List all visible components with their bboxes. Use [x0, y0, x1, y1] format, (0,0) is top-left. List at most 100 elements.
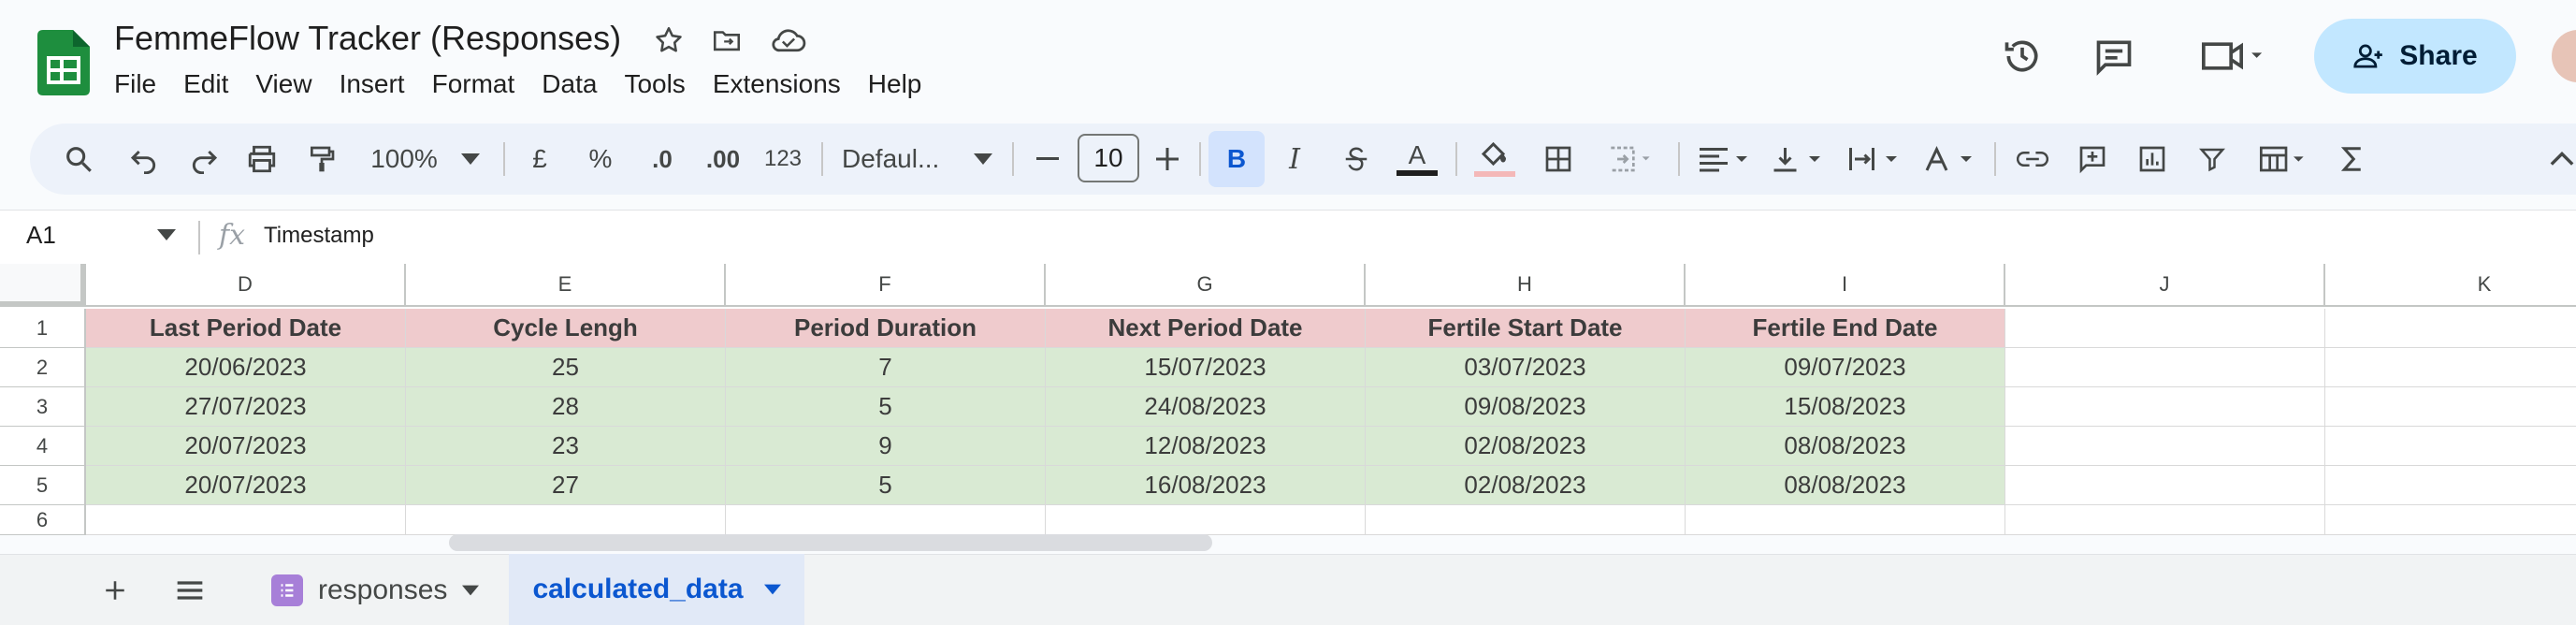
- functions-sigma-icon[interactable]: [2331, 124, 2374, 195]
- filter-views-icon[interactable]: [2249, 124, 2316, 195]
- name-box[interactable]: A1: [26, 221, 56, 250]
- percent-format-button[interactable]: %: [584, 124, 617, 195]
- tab-responses[interactable]: responses: [271, 561, 496, 619]
- avatar[interactable]: [2552, 30, 2576, 82]
- table-cell[interactable]: 27/07/2023: [86, 387, 406, 427]
- cell-j6[interactable]: [2005, 505, 2325, 535]
- horizontal-scrollbar[interactable]: [449, 534, 1212, 551]
- table-cell[interactable]: 12/08/2023: [1046, 427, 1366, 466]
- italic-button[interactable]: I: [1276, 124, 1313, 195]
- cell-k1[interactable]: [2325, 309, 2576, 348]
- header-cell-fertile-end-date[interactable]: Fertile End Date: [1686, 309, 2005, 348]
- font-family-select[interactable]: Defaul...: [842, 124, 950, 195]
- table-cell[interactable]: 15/07/2023: [1046, 348, 1366, 387]
- insert-chart-icon[interactable]: [2131, 124, 2174, 195]
- table-cell[interactable]: 20/07/2023: [86, 466, 406, 505]
- column-header-e[interactable]: E: [406, 264, 726, 307]
- cell-g6[interactable]: [1046, 505, 1366, 535]
- paint-format-icon[interactable]: [301, 124, 342, 195]
- header-cell-period-duration[interactable]: Period Duration: [726, 309, 1046, 348]
- filter-icon[interactable]: [2191, 124, 2234, 195]
- star-icon[interactable]: [649, 21, 688, 60]
- table-cell[interactable]: 08/08/2023: [1686, 466, 2005, 505]
- cell-f6[interactable]: [726, 505, 1046, 535]
- move-folder-icon[interactable]: [707, 21, 746, 60]
- insert-link-icon[interactable]: [2011, 124, 2054, 195]
- header-cell-cycle-length[interactable]: Cycle Lengh: [406, 309, 726, 348]
- column-header-i[interactable]: I: [1686, 264, 2005, 307]
- name-box-chevron-down-icon[interactable]: [157, 228, 176, 245]
- row-header-4[interactable]: 4: [0, 427, 86, 466]
- menu-edit[interactable]: Edit: [183, 65, 242, 103]
- increase-font-size-icon[interactable]: [1149, 124, 1186, 195]
- fill-color-button[interactable]: [1469, 124, 1521, 195]
- sheets-logo-icon[interactable]: [37, 30, 90, 95]
- print-icon[interactable]: [241, 124, 282, 195]
- table-cell[interactable]: 20/07/2023: [86, 427, 406, 466]
- cell-j4[interactable]: [2005, 427, 2325, 466]
- cell-e6[interactable]: [406, 505, 726, 535]
- borders-icon[interactable]: [1538, 124, 1579, 195]
- menu-format[interactable]: Format: [432, 65, 529, 103]
- text-wrapping-icon[interactable]: [1841, 124, 1908, 195]
- table-cell[interactable]: 09/08/2023: [1366, 387, 1686, 427]
- menu-file[interactable]: File: [114, 65, 170, 103]
- insert-comment-icon[interactable]: [2071, 124, 2114, 195]
- table-cell[interactable]: 5: [726, 466, 1046, 505]
- meet-video-icon[interactable]: [2191, 30, 2275, 82]
- share-button[interactable]: Share: [2314, 19, 2516, 94]
- column-header-h[interactable]: H: [1366, 264, 1686, 307]
- version-history-icon[interactable]: [1996, 30, 2048, 82]
- tab-chevron-down-icon[interactable]: [462, 585, 480, 596]
- table-cell[interactable]: 9: [726, 427, 1046, 466]
- table-cell[interactable]: 03/07/2023: [1366, 348, 1686, 387]
- table-cell[interactable]: 16/08/2023: [1046, 466, 1366, 505]
- cloud-saved-icon[interactable]: [769, 21, 808, 60]
- decrease-decimal-button[interactable]: .0: [642, 124, 683, 195]
- strikethrough-icon[interactable]: [1336, 124, 1377, 195]
- table-cell[interactable]: 5: [726, 387, 1046, 427]
- menu-insert[interactable]: Insert: [340, 65, 419, 103]
- cell-i6[interactable]: [1686, 505, 2005, 535]
- cell-k6[interactable]: [2325, 505, 2576, 535]
- font-size-input[interactable]: 10: [1078, 134, 1139, 182]
- all-sheets-menu-icon[interactable]: [166, 561, 213, 619]
- cell-k4[interactable]: [2325, 427, 2576, 466]
- column-header-d[interactable]: D: [86, 264, 406, 307]
- menu-extensions[interactable]: Extensions: [713, 65, 855, 103]
- header-cell-fertile-start-date[interactable]: Fertile Start Date: [1366, 309, 1686, 348]
- table-cell[interactable]: 7: [726, 348, 1046, 387]
- menu-help[interactable]: Help: [868, 65, 936, 103]
- tab-calculated-data[interactable]: calculated_data: [509, 554, 804, 625]
- cell-k5[interactable]: [2325, 466, 2576, 505]
- search-menus-icon[interactable]: [58, 124, 99, 195]
- table-cell[interactable]: 28: [406, 387, 726, 427]
- column-header-g[interactable]: G: [1046, 264, 1366, 307]
- table-cell[interactable]: 09/07/2023: [1686, 348, 2005, 387]
- header-cell-next-period-date[interactable]: Next Period Date: [1046, 309, 1366, 348]
- text-color-button[interactable]: A: [1394, 124, 1440, 195]
- row-header-1[interactable]: 1: [0, 309, 86, 348]
- column-header-k[interactable]: K: [2325, 264, 2576, 307]
- cell-j5[interactable]: [2005, 466, 2325, 505]
- table-cell[interactable]: 02/08/2023: [1366, 427, 1686, 466]
- menu-data[interactable]: Data: [542, 65, 611, 103]
- decrease-font-size-icon[interactable]: [1029, 124, 1066, 195]
- add-sheet-icon[interactable]: [92, 561, 138, 619]
- comments-icon[interactable]: [2088, 30, 2140, 82]
- header-cell-last-period-date[interactable]: Last Period Date: [86, 309, 406, 348]
- column-header-f[interactable]: F: [726, 264, 1046, 307]
- more-formats-button[interactable]: 123: [761, 124, 804, 195]
- font-chevron-down-icon[interactable]: [969, 124, 997, 195]
- formula-input[interactable]: Timestamp: [264, 223, 374, 249]
- tab-chevron-down-icon[interactable]: [763, 584, 781, 595]
- column-header-j[interactable]: J: [2005, 264, 2325, 307]
- cell-k3[interactable]: [2325, 387, 2576, 427]
- table-cell[interactable]: 08/08/2023: [1686, 427, 2005, 466]
- select-all-corner[interactable]: [0, 264, 86, 307]
- text-rotation-icon[interactable]: [1916, 124, 1983, 195]
- row-header-2[interactable]: 2: [0, 348, 86, 387]
- increase-decimal-button[interactable]: .00: [700, 124, 746, 195]
- undo-icon[interactable]: [123, 124, 165, 195]
- row-header-3[interactable]: 3: [0, 387, 86, 427]
